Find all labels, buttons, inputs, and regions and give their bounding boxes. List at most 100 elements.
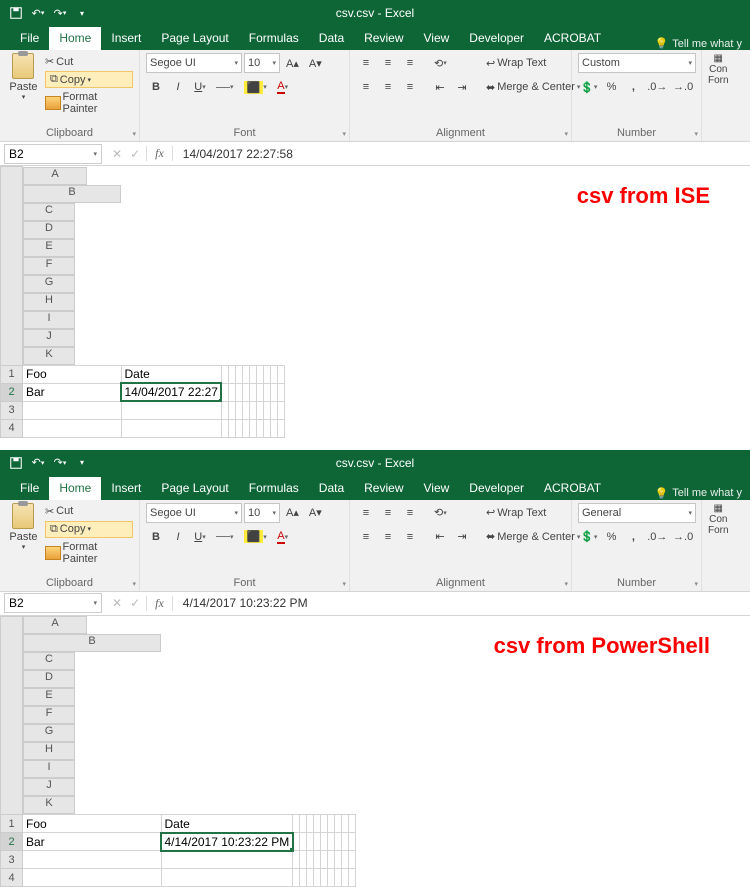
cell-A3[interactable] <box>23 851 162 869</box>
cell-G1[interactable] <box>321 815 328 833</box>
tab-data[interactable]: Data <box>309 477 354 500</box>
cell-I1[interactable] <box>335 815 342 833</box>
paste-button[interactable]: Paste ▾ <box>6 53 41 101</box>
grow-font-button[interactable]: A▴ <box>282 53 303 73</box>
indent-inc-button[interactable]: ⇥ <box>452 527 472 547</box>
col-header-D[interactable]: D <box>23 670 75 688</box>
cell-D3[interactable] <box>228 401 235 419</box>
copy-button[interactable]: ⧉ Copy ▾ <box>45 521 133 538</box>
cell-E1[interactable] <box>307 815 314 833</box>
cell-J2[interactable] <box>270 383 277 401</box>
cell-D1[interactable] <box>228 365 235 383</box>
cell-B2[interactable]: 4/14/2017 10:23:22 PM <box>161 833 293 851</box>
cut-button[interactable]: ✂ Cut <box>45 505 133 518</box>
cell-F1[interactable] <box>242 365 249 383</box>
tab-developer[interactable]: Developer <box>459 27 534 50</box>
cell-C4[interactable] <box>293 869 300 887</box>
col-header-A[interactable]: A <box>23 167 87 185</box>
cell-A3[interactable] <box>23 401 122 419</box>
cell-C4[interactable] <box>221 419 228 437</box>
cell-I4[interactable] <box>263 419 270 437</box>
cell-C3[interactable] <box>293 851 300 869</box>
cell-J1[interactable] <box>342 815 349 833</box>
save-icon[interactable] <box>6 453 26 473</box>
cell-E4[interactable] <box>307 869 314 887</box>
cell-D4[interactable] <box>228 419 235 437</box>
align-middle-button[interactable]: ≡ <box>378 53 398 73</box>
cell-G1[interactable] <box>249 365 256 383</box>
cell-B1[interactable]: Date <box>121 365 221 383</box>
cell-C3[interactable] <box>221 401 228 419</box>
select-all-corner[interactable] <box>1 616 23 815</box>
cell-J3[interactable] <box>342 851 349 869</box>
cell-F3[interactable] <box>242 401 249 419</box>
col-header-C[interactable]: C <box>23 203 75 221</box>
col-header-G[interactable]: G <box>23 275 75 293</box>
bold-button[interactable]: B <box>146 77 166 97</box>
cell-J2[interactable] <box>342 833 349 851</box>
accounting-button[interactable]: 💲▾ <box>578 527 599 547</box>
tab-acrobat[interactable]: ACROBAT <box>534 477 611 500</box>
cell-A2[interactable]: Bar <box>23 833 162 851</box>
cell-A4[interactable] <box>23 419 122 437</box>
cell-B4[interactable] <box>121 419 221 437</box>
cell-C2[interactable] <box>293 833 300 851</box>
fill-color-button[interactable]: ⬛▾ <box>240 77 271 97</box>
dec-decimal-button[interactable]: →.0 <box>671 77 695 97</box>
qat-customize-icon[interactable]: ▾ <box>72 3 92 23</box>
cell-F3[interactable] <box>314 851 321 869</box>
col-header-H[interactable]: H <box>23 742 75 760</box>
inc-decimal-button[interactable]: .0→ <box>645 77 669 97</box>
align-right-button[interactable]: ≡ <box>400 527 420 547</box>
font-size-select[interactable]: 10▾ <box>244 503 280 523</box>
cell-E4[interactable] <box>235 419 242 437</box>
cell-B3[interactable] <box>121 401 221 419</box>
tab-review[interactable]: Review <box>354 477 413 500</box>
cell-F2[interactable] <box>314 833 321 851</box>
cell-H3[interactable] <box>328 851 335 869</box>
cell-H4[interactable] <box>328 869 335 887</box>
redo-icon[interactable]: ↷▾ <box>50 3 70 23</box>
cell-H2[interactable] <box>328 833 335 851</box>
border-button[interactable]: ▾ <box>212 77 238 97</box>
cell-E2[interactable] <box>307 833 314 851</box>
percent-button[interactable]: % <box>601 77 621 97</box>
row-header-4[interactable]: 4 <box>1 869 23 887</box>
formula-input[interactable]: 14/04/2017 22:27:58 <box>173 147 293 161</box>
cell-I2[interactable] <box>335 833 342 851</box>
cell-H4[interactable] <box>256 419 263 437</box>
enter-icon[interactable]: ✓ <box>130 596 140 610</box>
cell-G3[interactable] <box>249 401 256 419</box>
col-header-K[interactable]: K <box>23 347 75 365</box>
tab-formulas[interactable]: Formulas <box>239 27 309 50</box>
bold-button[interactable]: B <box>146 527 166 547</box>
fill-color-button[interactable]: ⬛▾ <box>240 527 271 547</box>
cell-F4[interactable] <box>314 869 321 887</box>
orientation-button[interactable]: ⟲▾ <box>430 53 451 73</box>
col-header-B[interactable]: B <box>23 634 161 652</box>
italic-button[interactable]: I <box>168 77 188 97</box>
underline-button[interactable]: U▾ <box>190 527 210 547</box>
indent-inc-button[interactable]: ⇥ <box>452 77 472 97</box>
row-header-1[interactable]: 1 <box>1 365 23 383</box>
cell-G4[interactable] <box>321 869 328 887</box>
cut-button[interactable]: ✂ Cut <box>45 55 133 68</box>
cell-I3[interactable] <box>335 851 342 869</box>
cell-C1[interactable] <box>221 365 228 383</box>
col-header-E[interactable]: E <box>23 239 75 257</box>
select-all-corner[interactable] <box>1 167 23 366</box>
cell-I4[interactable] <box>335 869 342 887</box>
cell-J4[interactable] <box>270 419 277 437</box>
tab-file[interactable]: File <box>10 477 49 500</box>
cell-I2[interactable] <box>263 383 270 401</box>
row-header-2[interactable]: 2 <box>1 383 23 401</box>
cell-E2[interactable] <box>235 383 242 401</box>
accounting-button[interactable]: 💲▾ <box>578 77 599 97</box>
tell-me[interactable]: 💡Tell me what y <box>647 37 750 50</box>
cell-H1[interactable] <box>328 815 335 833</box>
cell-G2[interactable] <box>321 833 328 851</box>
cell-F2[interactable] <box>242 383 249 401</box>
col-header-B[interactable]: B <box>23 185 121 203</box>
tab-view[interactable]: View <box>414 477 460 500</box>
cell-D1[interactable] <box>300 815 307 833</box>
